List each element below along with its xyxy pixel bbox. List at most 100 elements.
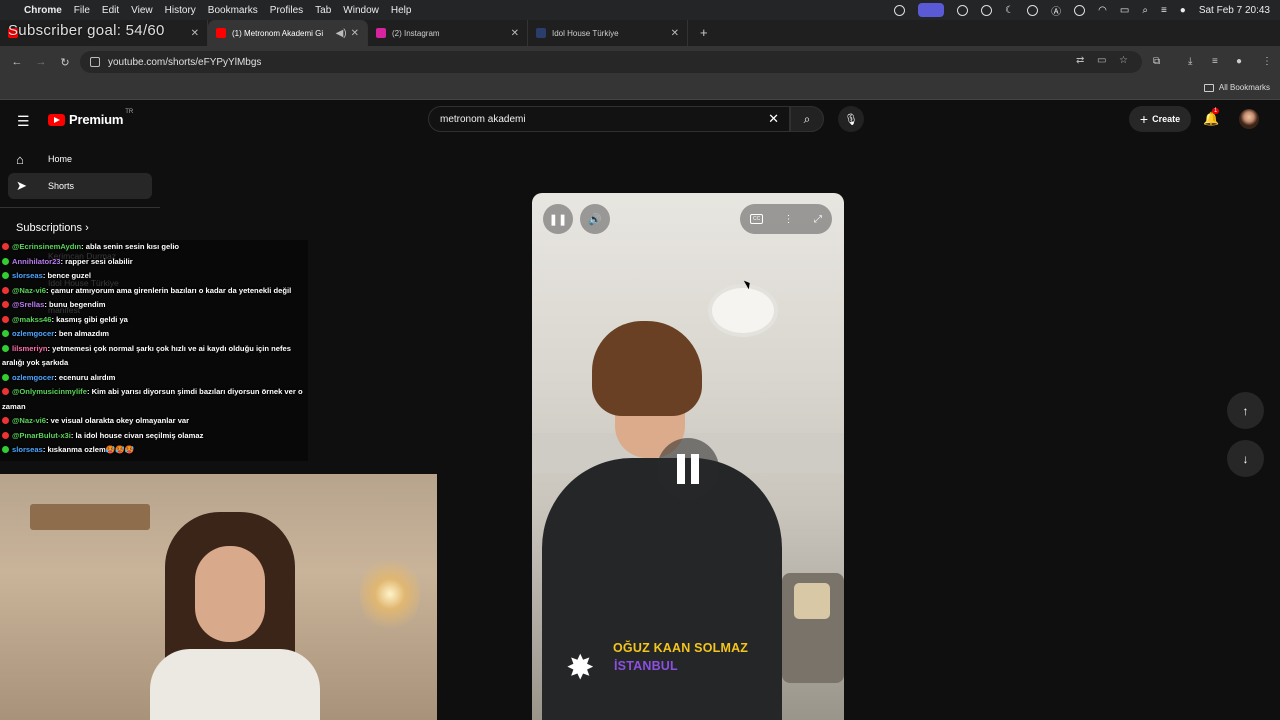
- screen-share-icon[interactable]: [918, 3, 945, 17]
- volume-button[interactable]: 🔊: [580, 204, 610, 234]
- shorts-icon: ➤: [16, 178, 27, 193]
- previous-short-button[interactable]: ↑: [1227, 392, 1264, 429]
- chat-username: slorseas: [12, 271, 43, 280]
- notifications-button[interactable]: 🔔 1: [1203, 108, 1220, 127]
- chat-message: ozlemgocer: ben almazdım: [2, 327, 308, 342]
- url-text[interactable]: youtube.com/shorts/eFYPyYlMbgs: [108, 57, 261, 68]
- youtube-premium-logo[interactable]: Premium TR: [48, 108, 134, 127]
- menu-window[interactable]: Window: [343, 5, 379, 16]
- home-icon: ⌂: [16, 151, 24, 167]
- extensions-icon[interactable]: ⧉: [1153, 56, 1160, 67]
- sidebar-item-shorts[interactable]: ➤ Shorts: [8, 173, 152, 199]
- tab-idol-house[interactable]: Idol House Türkiye ✕: [528, 20, 688, 46]
- tab-title: (2) Instagram: [392, 28, 440, 38]
- wifi-icon[interactable]: ◠: [1098, 5, 1107, 16]
- avatar[interactable]: [1239, 109, 1259, 129]
- close-tab-icon[interactable]: ✕: [511, 28, 519, 39]
- menu-tab[interactable]: Tab: [315, 5, 331, 16]
- clear-search-icon[interactable]: ✕: [768, 111, 779, 127]
- chat-message: @PınarBulut-x3i: la idol house civan seç…: [2, 429, 308, 444]
- video-caption-name: OĞUZ KAAN SOLMAZ: [613, 641, 749, 655]
- address-bar[interactable]: youtube.com/shorts/eFYPyYlMbgs: [80, 51, 1142, 73]
- play-icon[interactable]: [1027, 4, 1039, 16]
- control-center-icon[interactable]: ≡: [1161, 5, 1167, 16]
- tab-metronom-akademi[interactable]: (1) Metronom Akademi Gi ◀) ✕: [208, 20, 368, 46]
- chat-message: @Naz-vi6: ve visual olarakta okey olmaya…: [2, 414, 308, 429]
- forward-icon[interactable]: →: [34, 56, 48, 68]
- close-tab-icon[interactable]: ✕: [671, 28, 679, 39]
- install-app-icon[interactable]: ▭: [1097, 55, 1107, 66]
- back-icon[interactable]: ←: [10, 56, 24, 68]
- menu-app-name[interactable]: Chrome: [24, 5, 62, 16]
- macos-menubar: Chrome File Edit View History Bookmarks …: [0, 0, 1280, 20]
- chat-username: ozlemgocer: [12, 372, 55, 382]
- fullscreen-icon[interactable]: ⤢: [814, 214, 822, 225]
- reading-list-icon[interactable]: ≡: [1212, 56, 1218, 67]
- chat-username: @Naz-vi6: [12, 285, 46, 295]
- bookmark-star-icon[interactable]: ☆: [1119, 55, 1129, 66]
- chat-text: : kıskanma ozlem🥵🥵🥵: [42, 445, 135, 454]
- menu-history[interactable]: History: [165, 5, 196, 16]
- lamp-glow: [360, 554, 420, 634]
- video-caption-city: İSTANBUL: [614, 659, 678, 673]
- hamburger-menu-icon[interactable]: ☰: [17, 113, 30, 130]
- speaker-icon[interactable]: ◀): [336, 28, 347, 39]
- more-menu-icon[interactable]: ⋮: [1262, 56, 1272, 67]
- sidebar-item-home[interactable]: ⌂ Home: [8, 146, 152, 172]
- translate-icon[interactable]: ⇄: [1076, 55, 1086, 66]
- stream-chat-overlay: @EcrinsinemAydın: abla senin sesin kısı …: [0, 240, 308, 461]
- all-bookmarks-button[interactable]: All Bookmarks: [1203, 83, 1270, 92]
- ceiling-light: [712, 288, 774, 333]
- chat-username: Annihilator23: [12, 256, 61, 266]
- captions-icon[interactable]: CC: [750, 214, 764, 224]
- close-tab-icon[interactable]: ✕: [191, 28, 199, 39]
- region-code: TR: [125, 108, 134, 115]
- menu-edit[interactable]: Edit: [102, 5, 119, 16]
- spotlight-search-icon[interactable]: ⌕: [1142, 5, 1148, 16]
- menu-file[interactable]: File: [74, 5, 90, 16]
- streamer-face: [195, 546, 265, 642]
- chevron-right-icon: ›: [85, 222, 89, 234]
- search-button[interactable]: ⌕: [790, 106, 824, 132]
- pause-button[interactable]: ❚❚: [543, 204, 573, 234]
- more-options-icon[interactable]: ⋮: [783, 214, 793, 225]
- battery-icon[interactable]: ▭: [1120, 5, 1129, 16]
- profile-avatar-icon[interactable]: ●: [1236, 56, 1242, 67]
- voice-search-button[interactable]: 🎙: [838, 106, 864, 132]
- arrow-down-icon: ↓: [1242, 451, 1249, 466]
- timer-icon[interactable]: [1074, 4, 1086, 16]
- streamer-body: [150, 649, 320, 720]
- site-info-icon[interactable]: [90, 57, 100, 67]
- close-tab-icon[interactable]: ✕: [351, 28, 359, 39]
- sidebar-divider: [0, 207, 160, 208]
- menu-view[interactable]: View: [131, 5, 153, 16]
- video-person-hair: [592, 321, 702, 416]
- stream-icon[interactable]: [981, 4, 993, 16]
- plus-icon: +: [1139, 111, 1149, 127]
- youtube-favicon-icon: [216, 28, 226, 38]
- search-query[interactable]: metronom akademi: [440, 114, 526, 125]
- all-bookmarks-label: All Bookmarks: [1218, 83, 1270, 92]
- next-short-button[interactable]: ↓: [1227, 440, 1264, 477]
- moon-icon[interactable]: ☾: [1005, 5, 1014, 16]
- tab-instagram[interactable]: (2) Instagram ✕: [368, 20, 528, 46]
- subscriptions-header[interactable]: Subscriptions ›: [16, 222, 89, 234]
- menu-profiles[interactable]: Profiles: [270, 5, 303, 16]
- create-button[interactable]: + Create: [1129, 106, 1191, 132]
- chat-message: slorseas: bence guzel: [2, 269, 308, 284]
- chat-message: @Srellas: bunu begendim: [2, 298, 308, 313]
- siri-icon[interactable]: ●: [1180, 5, 1186, 16]
- chat-text: : rapper sesi olabilir: [60, 256, 133, 266]
- menu-help[interactable]: Help: [391, 5, 412, 16]
- shorts-video-player[interactable]: ❚❚ 🔊 CC ⋮ ⤢ ✸ OĞUZ KAAN SOLMAZ İSTANBUL: [532, 193, 844, 720]
- input-source-icon[interactable]: Ⓐ: [1051, 3, 1061, 18]
- downloads-icon[interactable]: ⤓: [1188, 56, 1192, 67]
- search-input[interactable]: metronom akademi ✕: [428, 106, 790, 132]
- reload-icon[interactable]: ↻: [58, 56, 72, 69]
- center-pause-overlay[interactable]: [657, 438, 719, 500]
- menu-bookmarks[interactable]: Bookmarks: [208, 5, 258, 16]
- creative-cloud-icon[interactable]: [894, 4, 906, 16]
- new-tab-button[interactable]: +: [700, 25, 708, 40]
- cloud-icon[interactable]: [957, 4, 969, 16]
- clock[interactable]: Sat Feb 7 20:43: [1199, 5, 1270, 16]
